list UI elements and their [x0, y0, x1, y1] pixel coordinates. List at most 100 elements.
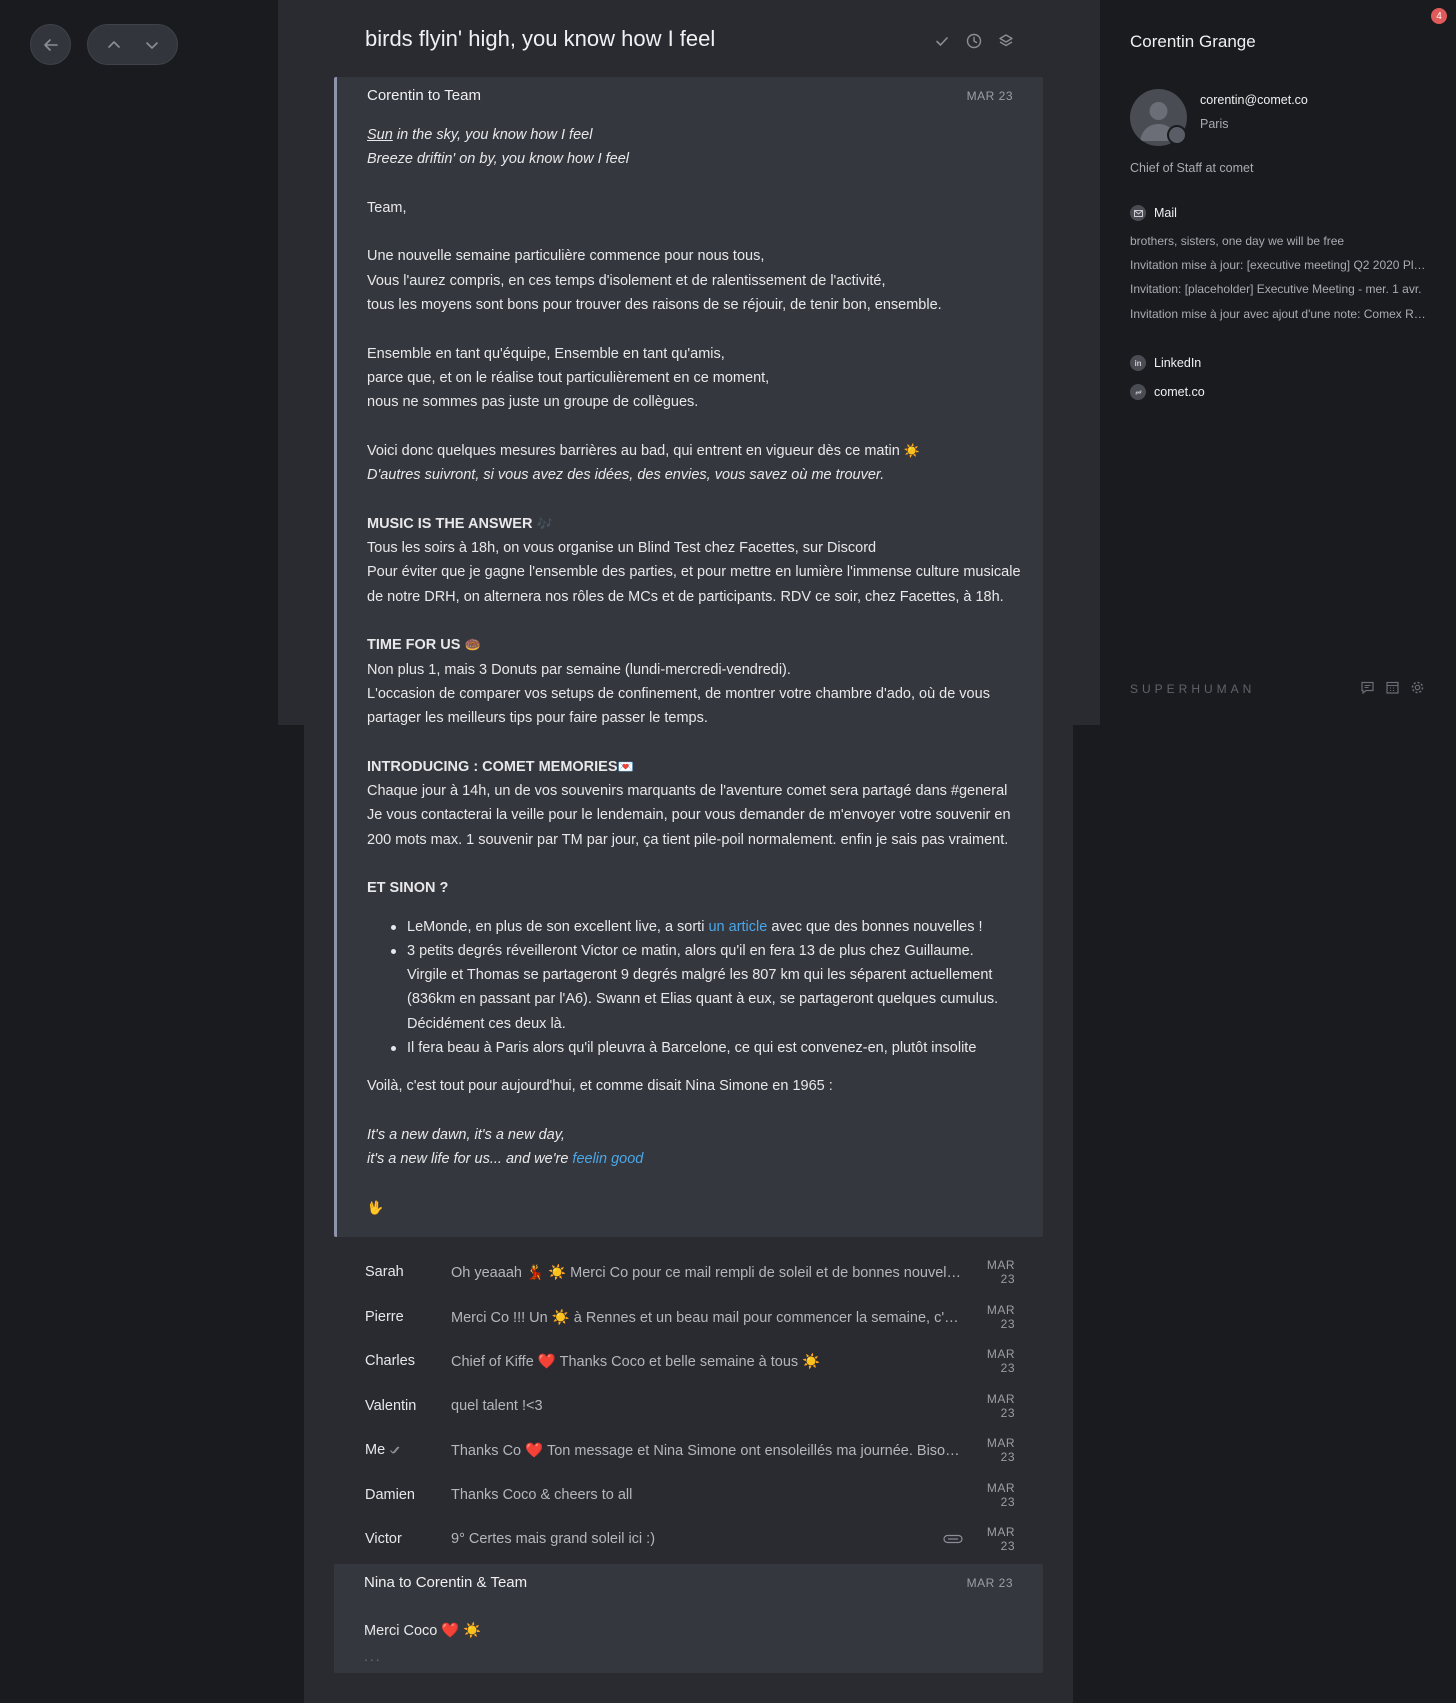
reply-row[interactable]: Me Thanks Co ❤️ Ton message et Nina Simo…: [365, 1436, 1015, 1464]
text-line: Pour éviter que je gagne l'ensemble des …: [367, 564, 1021, 581]
intro-paragraph: Une nouvelle semaine particulière commen…: [367, 244, 1017, 317]
reply-date: MAR 23: [986, 1258, 1015, 1286]
memories-section: INTRODUCING : COMET MEMORIES💌 Chaque jou…: [367, 755, 1017, 852]
time-section: TIME FOR US 🍩 Non plus 1, mais 3 Donuts …: [367, 633, 1017, 730]
linkedin-link[interactable]: in LinkedIn: [1130, 355, 1201, 371]
text-line: nous ne sommes pas juste un groupe de co…: [367, 394, 699, 411]
gear-icon: [1411, 681, 1424, 694]
recent-mail-item[interactable]: Invitation mise à jour avec ajout d'une …: [1130, 307, 1426, 321]
show-more-button[interactable]: ...: [364, 1648, 382, 1664]
reply-snippet: Merci Co !!! Un ☀️ à Rennes et un beau m…: [451, 1309, 971, 1326]
lyric-line-2: Breeze driftin' on by, you know how I fe…: [367, 151, 630, 168]
reply-row[interactable]: Victor 9° Certes mais grand soleil ici :…: [365, 1525, 1015, 1553]
recent-mail-item[interactable]: Invitation mise à jour: [executive meeti…: [1130, 258, 1426, 272]
text-line: Il fera beau à Paris alors qu'il pleuvra…: [407, 1039, 977, 1056]
message-header: Nina to Corentin & Team MAR 23: [364, 1574, 1013, 1591]
text-line: 3 petits degrés réveilleront Victor ce m…: [407, 942, 974, 959]
mail-icon: [1130, 205, 1146, 221]
reply-snippet: quel talent !<3: [451, 1398, 543, 1414]
arrow-left-icon: [43, 38, 58, 51]
message-sender: Nina to Corentin & Team: [364, 1574, 528, 1591]
text-line: partager les meilleurs tips pour faire p…: [367, 710, 708, 727]
back-button[interactable]: [30, 24, 71, 65]
reply-date: MAR 23: [986, 1392, 1015, 1420]
text-line: Ensemble en tant qu'équipe, Ensemble en …: [367, 345, 725, 362]
text-line: 200 mots max. 1 souvenir par TM par jour…: [367, 831, 1009, 848]
link-icon: [1130, 384, 1146, 400]
text-line: Non plus 1, mais 3 Donuts par semaine (l…: [367, 661, 791, 678]
recent-mail-item[interactable]: brothers, sisters, one day we will be fr…: [1130, 234, 1426, 248]
notification-badge[interactable]: 4: [1431, 8, 1447, 24]
contact-email[interactable]: corentin@comet.co: [1200, 93, 1308, 107]
reply-snippet: Thanks Coco & cheers to all: [451, 1487, 633, 1503]
linkedin-label: LinkedIn: [1154, 356, 1202, 370]
list-item: LeMonde, en plus de son excellent live, …: [391, 915, 1017, 939]
sun-emoji: ☀️: [903, 442, 921, 458]
text-line: avec que des bonnes nouvelles !: [767, 918, 983, 935]
last-message[interactable]: Nina to Corentin & Team MAR 23 Merci Coc…: [334, 1564, 1043, 1673]
labels-button[interactable]: [997, 32, 1015, 50]
text-line: L'occasion de comparer vos setups de con…: [367, 685, 990, 702]
lyric-line-1: in the sky, you know how I feel: [392, 127, 593, 143]
reply-sender: Damien: [365, 1487, 415, 1503]
reply-row[interactable]: Sarah Oh yeaaah 💃 ☀️ Merci Co pour ce ma…: [365, 1258, 1015, 1286]
reply-row[interactable]: Charles Chief of Kiffe ❤️ Thanks Coco et…: [365, 1347, 1015, 1375]
reply-date: MAR 23: [986, 1436, 1015, 1464]
comet-badge-icon: [1167, 125, 1187, 145]
thread-navigation: [87, 24, 178, 65]
settings-button[interactable]: [1410, 680, 1425, 695]
thread-actions: [933, 32, 1015, 50]
music-emoji: 🎶: [536, 515, 553, 531]
quote-line-2: it's a new life for us... and we're: [367, 1151, 573, 1168]
chat-icon: [1361, 681, 1374, 695]
team-paragraph: Ensemble en tant qu'équipe, Ensemble en …: [367, 342, 1017, 415]
reply-sender: Victor: [365, 1531, 402, 1547]
message-date: MAR 23: [966, 88, 1013, 103]
reply-date: MAR 23: [986, 1303, 1015, 1331]
thread-subject: birds flyin' high, you know how I feel: [365, 26, 716, 51]
text-line: (836km en passant par l'A6). Swann et El…: [407, 991, 999, 1008]
text-line: Décidément ces deux là.: [407, 1015, 566, 1032]
calendar-button[interactable]: [1385, 680, 1400, 695]
reply-snippet: Thanks Co ❤️ Ton message et Nina Simone …: [451, 1442, 971, 1459]
message-body: Sun in the sky, you know how I feel Bree…: [367, 123, 1021, 1244]
article-link[interactable]: un article: [708, 919, 767, 935]
section-heading: TIME FOR US: [367, 637, 461, 654]
checkmark-icon: [936, 37, 948, 46]
website-link[interactable]: comet.co: [1130, 384, 1205, 400]
message-body: Merci Coco ❤️ ☀️: [364, 1623, 482, 1639]
text-line: parce que, et on le réalise tout particu…: [367, 369, 770, 386]
chevron-down-icon: [145, 41, 158, 49]
reply-sender: Me: [365, 1442, 451, 1458]
reply-row[interactable]: Valentin quel talent !<3 MAR 23: [365, 1392, 1015, 1420]
previous-thread-button[interactable]: [106, 37, 122, 53]
attachment-icon: [943, 1534, 963, 1544]
reply-sender: Valentin: [365, 1398, 417, 1414]
love-letter-emoji: 💌: [617, 758, 634, 774]
reply-sender: Charles: [365, 1353, 415, 1369]
read-check-icon: [390, 1446, 400, 1455]
feedback-button[interactable]: [1360, 680, 1375, 695]
reply-sender: Pierre: [365, 1309, 404, 1325]
text-line: Virgile et Thomas se partageront 9 degré…: [407, 967, 993, 984]
feelin-good-link[interactable]: feelin good: [572, 1151, 643, 1167]
text-line: tous les moyens sont bons pour trouver d…: [367, 297, 942, 314]
reply-sender-name: Me: [365, 1442, 386, 1458]
reply-date: MAR 23: [986, 1481, 1015, 1509]
recent-mail-item[interactable]: Invitation: [placeholder] Executive Meet…: [1130, 282, 1426, 296]
next-thread-button[interactable]: [144, 37, 160, 53]
clock-icon: [966, 33, 982, 49]
greeting: Team,: [367, 199, 407, 216]
reply-date: MAR 23: [986, 1347, 1015, 1375]
text-line: Chaque jour à 14h, un de vos souvenirs m…: [367, 783, 1008, 800]
reply-row[interactable]: Pierre Merci Co !!! Un ☀️ à Rennes et un…: [365, 1303, 1015, 1331]
message-header[interactable]: Corentin to Team MAR 23: [367, 87, 1013, 104]
text-line: Vous l'aurez compris, en ces temps d'iso…: [367, 272, 886, 289]
news-list: LeMonde, en plus de son excellent live, …: [367, 915, 1017, 1061]
reply-row[interactable]: Damien Thanks Coco & cheers to all MAR 2…: [365, 1481, 1015, 1509]
message-date: MAR 23: [966, 1575, 1013, 1590]
done-button[interactable]: [933, 32, 951, 50]
vulcan-salute-emoji: 🖖: [367, 1199, 384, 1215]
text-line: de notre DRH, on alternera nos rôles de …: [367, 588, 1004, 605]
remind-button[interactable]: [965, 32, 983, 50]
